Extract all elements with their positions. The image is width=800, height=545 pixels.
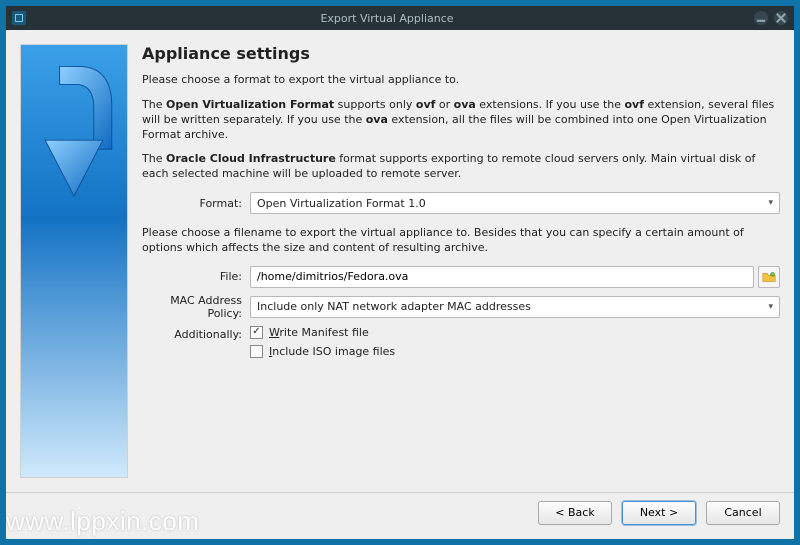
close-button[interactable] <box>774 11 788 25</box>
minimize-icon <box>754 11 768 25</box>
write-manifest-option[interactable]: ✓ Write Manifest file <box>250 326 369 339</box>
chevron-down-icon: ▾ <box>768 198 773 208</box>
format-select-value: Open Virtualization Format 1.0 <box>257 197 426 210</box>
write-manifest-label: Write Manifest file <box>269 326 369 339</box>
mac-policy-select[interactable]: Include only NAT network adapter MAC add… <box>250 296 780 318</box>
mac-row: MAC Address Policy: Include only NAT net… <box>142 294 780 320</box>
export-arrow-icon <box>29 53 119 213</box>
app-icon <box>12 11 26 25</box>
filename-hint-text: Please choose a filename to export the v… <box>142 226 780 256</box>
format-row: Format: Open Virtualization Format 1.0 ▾ <box>142 192 780 214</box>
mac-policy-value: Include only NAT network adapter MAC add… <box>257 300 531 313</box>
intro-text: Please choose a format to export the vir… <box>142 73 780 88</box>
include-iso-label: Include ISO image files <box>269 345 395 358</box>
back-button[interactable]: < Back <box>538 501 612 525</box>
file-path-input[interactable] <box>250 266 754 288</box>
oci-explain-text: The Oracle Cloud Infrastructure format s… <box>142 152 780 182</box>
folder-icon <box>762 270 776 284</box>
wizard-content: Appliance settings Please choose a forma… <box>142 44 780 478</box>
include-iso-option[interactable]: Include ISO image files <box>250 345 395 358</box>
ovf-explain-text: The Open Virtualization Format supports … <box>142 98 780 143</box>
format-select[interactable]: Open Virtualization Format 1.0 ▾ <box>250 192 780 214</box>
page-heading: Appliance settings <box>142 44 780 63</box>
mac-label: MAC Address Policy: <box>142 294 250 320</box>
additionally-row: Additionally: ✓ Write Manifest file Incl… <box>142 326 780 362</box>
minimize-button[interactable] <box>754 11 768 25</box>
window-titlebar: Export Virtual Appliance <box>6 6 794 30</box>
close-icon <box>774 11 788 25</box>
format-label: Format: <box>142 197 250 210</box>
cancel-button[interactable]: Cancel <box>706 501 780 525</box>
window-title: Export Virtual Appliance <box>26 12 748 25</box>
write-manifest-checkbox[interactable]: ✓ <box>250 326 263 339</box>
wizard-button-bar: < Back Next > Cancel <box>6 492 794 532</box>
file-label: File: <box>142 270 250 283</box>
browse-file-button[interactable] <box>758 266 780 288</box>
chevron-down-icon: ▾ <box>768 302 773 312</box>
file-row: File: <box>142 266 780 288</box>
additionally-label: Additionally: <box>142 326 250 341</box>
include-iso-checkbox[interactable] <box>250 345 263 358</box>
next-button[interactable]: Next > <box>622 501 696 525</box>
wizard-sidebar-art <box>20 44 128 478</box>
